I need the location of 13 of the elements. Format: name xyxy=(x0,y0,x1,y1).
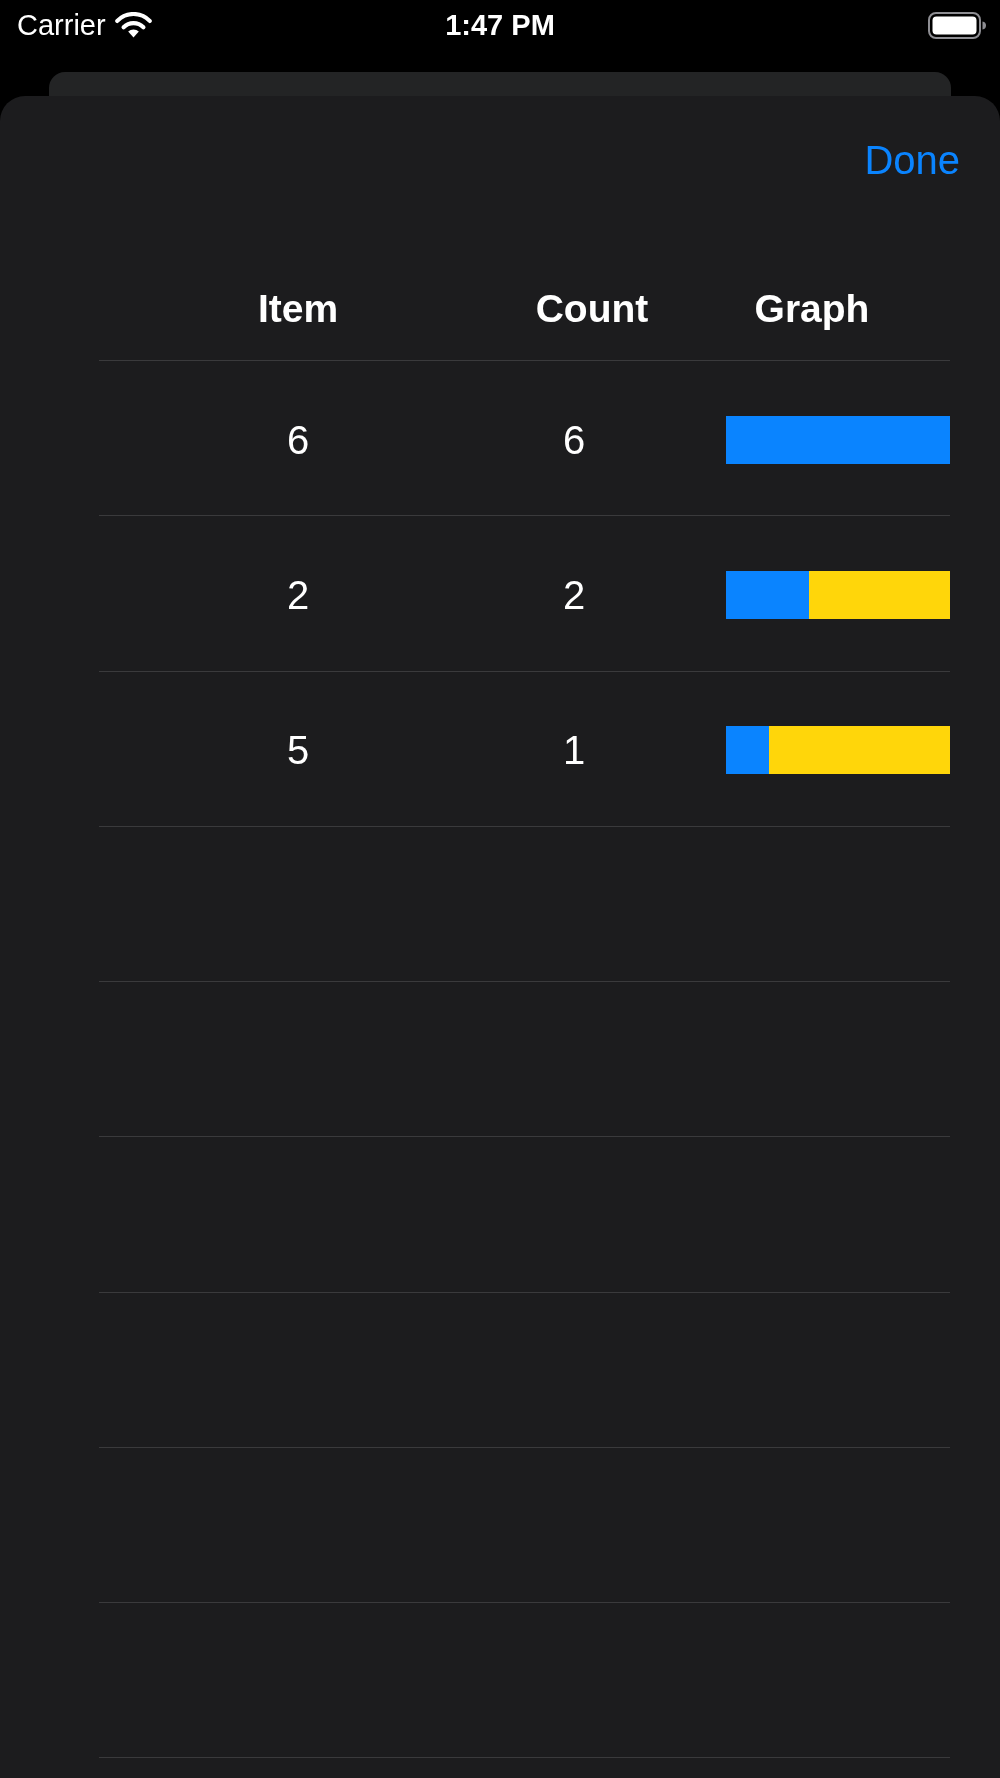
column-header: Item xyxy=(257,286,339,331)
item-value: 6 xyxy=(286,416,310,464)
count-value: 1 xyxy=(562,727,586,775)
item-value: 2 xyxy=(286,571,310,619)
item-value: 5 xyxy=(286,727,310,775)
done-button[interactable]: Done xyxy=(864,136,960,184)
column-header: Graph xyxy=(754,286,870,331)
status-time: 1:47 PM xyxy=(445,8,555,42)
battery-icon xyxy=(928,11,987,39)
count-value: 6 xyxy=(562,416,586,464)
count-value: 2 xyxy=(562,571,586,619)
carrier-name: Carrier xyxy=(17,8,106,42)
column-header: Count xyxy=(535,286,649,331)
